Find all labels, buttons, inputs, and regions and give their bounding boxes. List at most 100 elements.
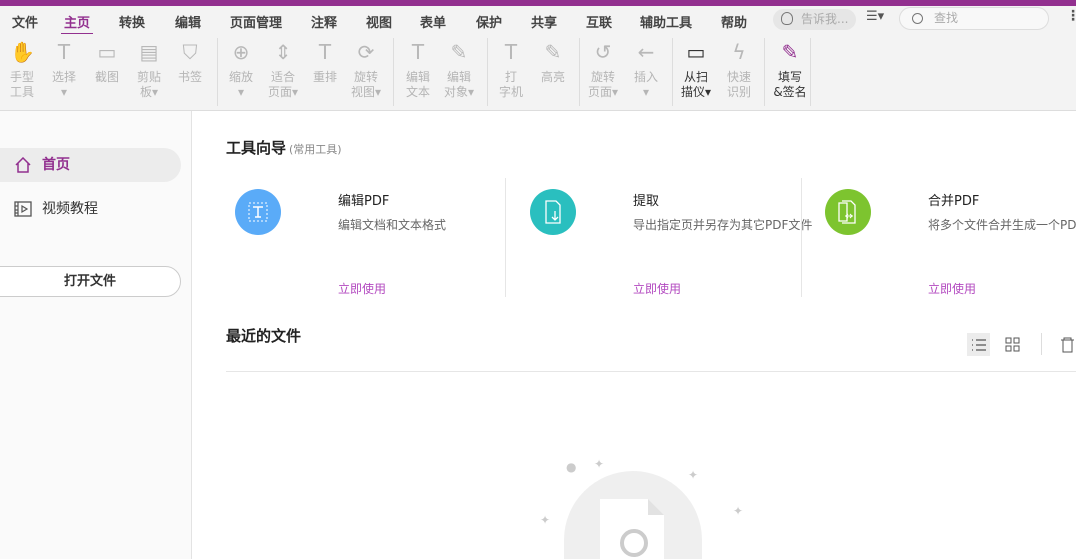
tool-label: 缩放 bbox=[228, 70, 253, 84]
tool-label: 旋转 bbox=[353, 70, 378, 84]
tool-typewriter[interactable]: T 打字机 bbox=[489, 39, 533, 100]
tell-me-input[interactable]: 告诉我... bbox=[773, 9, 856, 30]
tool-label: 描仪▾ bbox=[680, 85, 712, 99]
tool-fill-sign[interactable]: ✎ 填写 &签名 bbox=[768, 39, 812, 100]
divider bbox=[226, 371, 1076, 372]
menu-help[interactable]: 帮助 bbox=[721, 12, 747, 31]
zoom-icon: ⊕ bbox=[232, 40, 250, 64]
merge-pdf-icon bbox=[825, 189, 871, 235]
divider bbox=[764, 38, 765, 106]
tool-label: 高亮 bbox=[540, 70, 565, 84]
tool-label: 填写 bbox=[777, 70, 802, 84]
extract-icon bbox=[530, 189, 576, 235]
tell-me-placeholder: 告诉我... bbox=[801, 12, 849, 26]
card-description: 导出指定页并另存为其它PDF文件 bbox=[633, 218, 813, 232]
clear-recent-button[interactable] bbox=[1056, 333, 1076, 356]
menu-connect[interactable]: 互联 bbox=[586, 12, 612, 31]
scanner-icon: ▭ bbox=[686, 40, 706, 64]
tool-card-extract[interactable]: 提取 导出指定页并另存为其它PDF文件 立即使用 bbox=[521, 178, 817, 298]
typewriter-icon: T bbox=[504, 40, 518, 64]
tool-fit-page[interactable]: ⇕ 适合 页面▾ bbox=[261, 39, 305, 100]
tool-label: 工具 bbox=[9, 85, 34, 99]
ocr-icon: ϟ bbox=[732, 40, 746, 64]
empty-files-illustration bbox=[564, 471, 702, 559]
search-options-button[interactable]: ☰▾ bbox=[866, 9, 884, 24]
tool-insert[interactable]: ← 插入 ▾ bbox=[624, 39, 668, 100]
reflow-icon: T bbox=[318, 40, 332, 64]
tool-label: 重排 bbox=[312, 70, 337, 84]
ribbon-toolbar: ✋ 手型 工具 T 选择 ▾ ▭ 截图 ▤ 剪贴 板▾ ⛉ 书签 ⊕ 缩放 ▾ ⇕ 适合 页面▾ T 重排 ⟳ 旋转 视图▾ T… bbox=[0, 34, 1076, 111]
menu-file[interactable]: 文件 bbox=[12, 12, 38, 31]
tool-ocr[interactable]: ϟ 快速 识别 bbox=[717, 39, 761, 100]
fit-page-icon: ⇕ bbox=[274, 40, 292, 64]
divider bbox=[487, 38, 488, 106]
sidebar-item-home[interactable]: 首页 bbox=[0, 148, 181, 182]
divider bbox=[672, 38, 673, 106]
divider bbox=[1041, 333, 1042, 355]
tool-label: 打 bbox=[504, 70, 517, 84]
menu-protect[interactable]: 保护 bbox=[476, 12, 502, 31]
menu-page-manage[interactable]: 页面管理 bbox=[230, 12, 282, 31]
clipboard-icon: ▤ bbox=[139, 40, 159, 64]
tool-snapshot[interactable]: ▭ 截图 bbox=[85, 39, 129, 85]
grid-view-button[interactable] bbox=[1001, 333, 1024, 356]
sparkle-icon: ● bbox=[566, 460, 577, 474]
tool-edit-text[interactable]: T 编辑 文本 bbox=[396, 39, 440, 100]
tool-bookmark[interactable]: ⛉ 书签 bbox=[168, 39, 212, 85]
tool-label: 从扫 bbox=[683, 70, 708, 84]
hand-icon: ✋ bbox=[10, 40, 35, 64]
tool-clipboard[interactable]: ▤ 剪贴 板▾ bbox=[127, 39, 171, 100]
tool-label: 识别 bbox=[726, 85, 751, 99]
tool-zoom[interactable]: ⊕ 缩放 ▾ bbox=[219, 39, 263, 100]
tool-label: 快速 bbox=[726, 70, 751, 84]
tool-label: 编辑 bbox=[405, 70, 430, 84]
rotate-view-icon: ⟳ bbox=[357, 40, 375, 64]
divider bbox=[393, 38, 394, 106]
use-now-link[interactable]: 立即使用 bbox=[633, 280, 681, 297]
sparkle-icon: ✦ bbox=[594, 457, 605, 471]
sidebar-item-tutorial[interactable]: 视频教程 bbox=[0, 192, 181, 226]
tool-label: 视图▾ bbox=[350, 85, 382, 99]
tool-label: ▾ bbox=[642, 85, 650, 99]
menu-view[interactable]: 视图 bbox=[366, 12, 392, 31]
tool-select-text[interactable]: T 选择 ▾ bbox=[42, 39, 86, 100]
divider bbox=[217, 38, 218, 106]
tool-label: 编辑 bbox=[446, 70, 471, 84]
grid-icon bbox=[1005, 337, 1020, 352]
trash-icon bbox=[1061, 337, 1074, 353]
edit-pdf-icon bbox=[235, 189, 281, 235]
tool-rotate-view[interactable]: ⟳ 旋转 视图▾ bbox=[344, 39, 388, 100]
menu-home[interactable]: 主页 bbox=[60, 12, 94, 36]
tool-reflow[interactable]: T 重排 bbox=[303, 39, 347, 85]
recent-files-heading: 最近的文件 bbox=[226, 327, 302, 345]
more-options-icon[interactable]: ⋮ bbox=[1066, 8, 1076, 24]
menu-comment[interactable]: 注释 bbox=[311, 12, 337, 31]
menu-edit[interactable]: 编辑 bbox=[175, 12, 201, 31]
open-file-button[interactable]: 打开文件 bbox=[0, 266, 181, 297]
menu-convert[interactable]: 转换 bbox=[119, 12, 145, 31]
lightbulb-icon bbox=[781, 12, 793, 25]
search-input[interactable]: 查找 bbox=[899, 7, 1049, 30]
use-now-link[interactable]: 立即使用 bbox=[338, 280, 386, 297]
tool-label: 页面▾ bbox=[587, 85, 619, 99]
select-text-icon: T bbox=[57, 40, 71, 64]
tool-card-merge-pdf[interactable]: 合并PDF 将多个文件合并生成一个PDF文件 立即使用 bbox=[816, 178, 1076, 298]
rotate-page-icon: ↺ bbox=[594, 40, 612, 64]
use-now-link[interactable]: 立即使用 bbox=[928, 280, 976, 297]
tool-highlight[interactable]: ✎ 高亮 bbox=[531, 39, 575, 85]
tool-edit-object[interactable]: ✎ 编辑 对象▾ bbox=[437, 39, 481, 100]
tool-card-edit-pdf[interactable]: 编辑PDF 编辑文档和文本格式 立即使用 bbox=[226, 178, 522, 298]
menu-share[interactable]: 共享 bbox=[531, 12, 557, 31]
menu-form[interactable]: 表单 bbox=[420, 12, 446, 31]
tool-label: 适合 bbox=[270, 70, 295, 84]
card-description: 编辑文档和文本格式 bbox=[338, 218, 447, 232]
tool-hand[interactable]: ✋ 手型 工具 bbox=[0, 39, 44, 100]
tool-label: 页面▾ bbox=[267, 85, 299, 99]
fill-sign-icon: ✎ bbox=[781, 40, 799, 64]
tool-label: 手型 bbox=[9, 70, 34, 84]
tool-scanner[interactable]: ▭ 从扫 描仪▾ bbox=[674, 39, 718, 100]
tool-rotate-page[interactable]: ↺ 旋转 页面▾ bbox=[581, 39, 625, 100]
list-icon bbox=[972, 339, 986, 351]
menu-accessibility[interactable]: 辅助工具 bbox=[640, 12, 692, 31]
list-view-button[interactable] bbox=[967, 333, 990, 356]
